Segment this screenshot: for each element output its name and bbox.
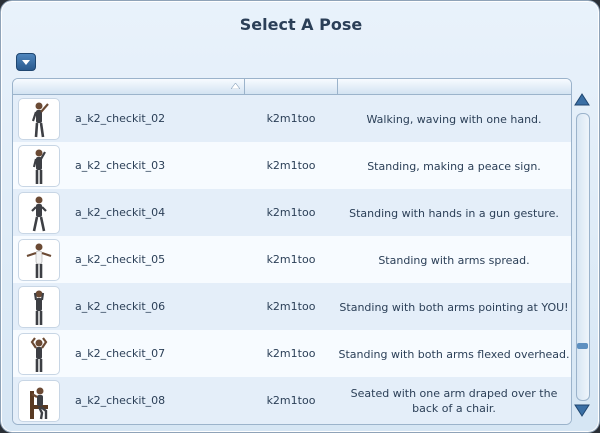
pose-creator: k2m1too [266, 347, 316, 360]
pose-thumbnail [18, 333, 60, 375]
pose-name: a_k2_checkit_04 [75, 206, 166, 219]
pose-description: Standing, making a peace sign. [367, 160, 541, 173]
dialog-title: Select A Pose [239, 15, 363, 34]
pose-creator: k2m1too [266, 206, 316, 219]
pose-name: a_k2_checkit_05 [75, 253, 166, 266]
pose-name: a_k2_checkit_06 [75, 300, 166, 313]
pose-thumbnail [18, 380, 60, 422]
list-item[interactable]: a_k2_checkit_05 k2m1too Standing with ar… [13, 236, 571, 283]
pose-description: Seated with one arm draped over the back… [350, 387, 558, 415]
sort-ascending-icon [231, 83, 240, 89]
pose-thumbnail [18, 286, 60, 328]
list-header [13, 79, 571, 95]
pose-creator: k2m1too [266, 253, 316, 266]
pose-figure-icon [30, 337, 48, 372]
pose-figure-icon [32, 149, 46, 184]
list-item[interactable]: a_k2_checkit_08 k2m1too Seated with one … [13, 377, 571, 424]
pose-name: a_k2_checkit_02 [75, 112, 166, 125]
column-header-creator[interactable] [245, 79, 338, 94]
pose-description: Walking, waving with one hand. [366, 113, 542, 126]
pose-figure-icon [31, 102, 49, 138]
pose-name: a_k2_checkit_08 [75, 394, 166, 407]
pose-thumbnail [18, 239, 60, 281]
pose-thumbnail [18, 98, 60, 140]
pose-creator: k2m1too [266, 300, 316, 313]
list-item[interactable]: a_k2_checkit_04 k2m1too Standing with ha… [13, 189, 571, 236]
pose-thumbnail [18, 192, 60, 234]
pose-thumbnail [18, 145, 60, 187]
column-header-name[interactable] [13, 79, 245, 94]
pose-creator: k2m1too [266, 112, 316, 125]
list-item[interactable]: a_k2_checkit_07 k2m1too Standing with bo… [13, 330, 571, 377]
scrollbar-track[interactable] [576, 113, 590, 401]
list-rows: a_k2_checkit_02 k2m1too Walking, waving … [13, 95, 571, 424]
list-item[interactable]: a_k2_checkit_06 k2m1too Standing with bo… [13, 283, 571, 330]
filter-dropdown-button[interactable] [16, 53, 36, 71]
pose-description: Standing with both arms pointing at YOU! [339, 301, 569, 314]
list-item[interactable]: a_k2_checkit_02 k2m1too Walking, waving … [13, 95, 571, 142]
pose-creator: k2m1too [266, 159, 316, 172]
scrollbar-thumb[interactable] [577, 343, 588, 349]
pose-description: Standing with arms spread. [378, 254, 530, 267]
pose-figure-icon [33, 290, 45, 325]
pose-name: a_k2_checkit_07 [75, 347, 166, 360]
pose-list: a_k2_checkit_02 k2m1too Walking, waving … [12, 78, 572, 425]
chevron-down-icon [22, 59, 30, 65]
scroll-up-arrow-icon[interactable] [574, 93, 590, 107]
pose-description: Standing with both arms flexed overhead. [338, 348, 570, 361]
pose-description: Standing with hands in a gun gesture. [349, 207, 559, 220]
pose-creator: k2m1too [266, 394, 316, 407]
pose-figure-icon [31, 196, 47, 232]
pose-figure-icon [30, 387, 48, 420]
pose-name: a_k2_checkit_03 [75, 159, 166, 172]
list-item[interactable]: a_k2_checkit_03 k2m1too Standing, making… [13, 142, 571, 189]
scroll-down-arrow-icon[interactable] [574, 403, 590, 417]
pose-dialog: Select A Pose a_k2_checkit_02 k2m1too Wa… [0, 0, 600, 433]
pose-figure-icon [26, 243, 52, 278]
